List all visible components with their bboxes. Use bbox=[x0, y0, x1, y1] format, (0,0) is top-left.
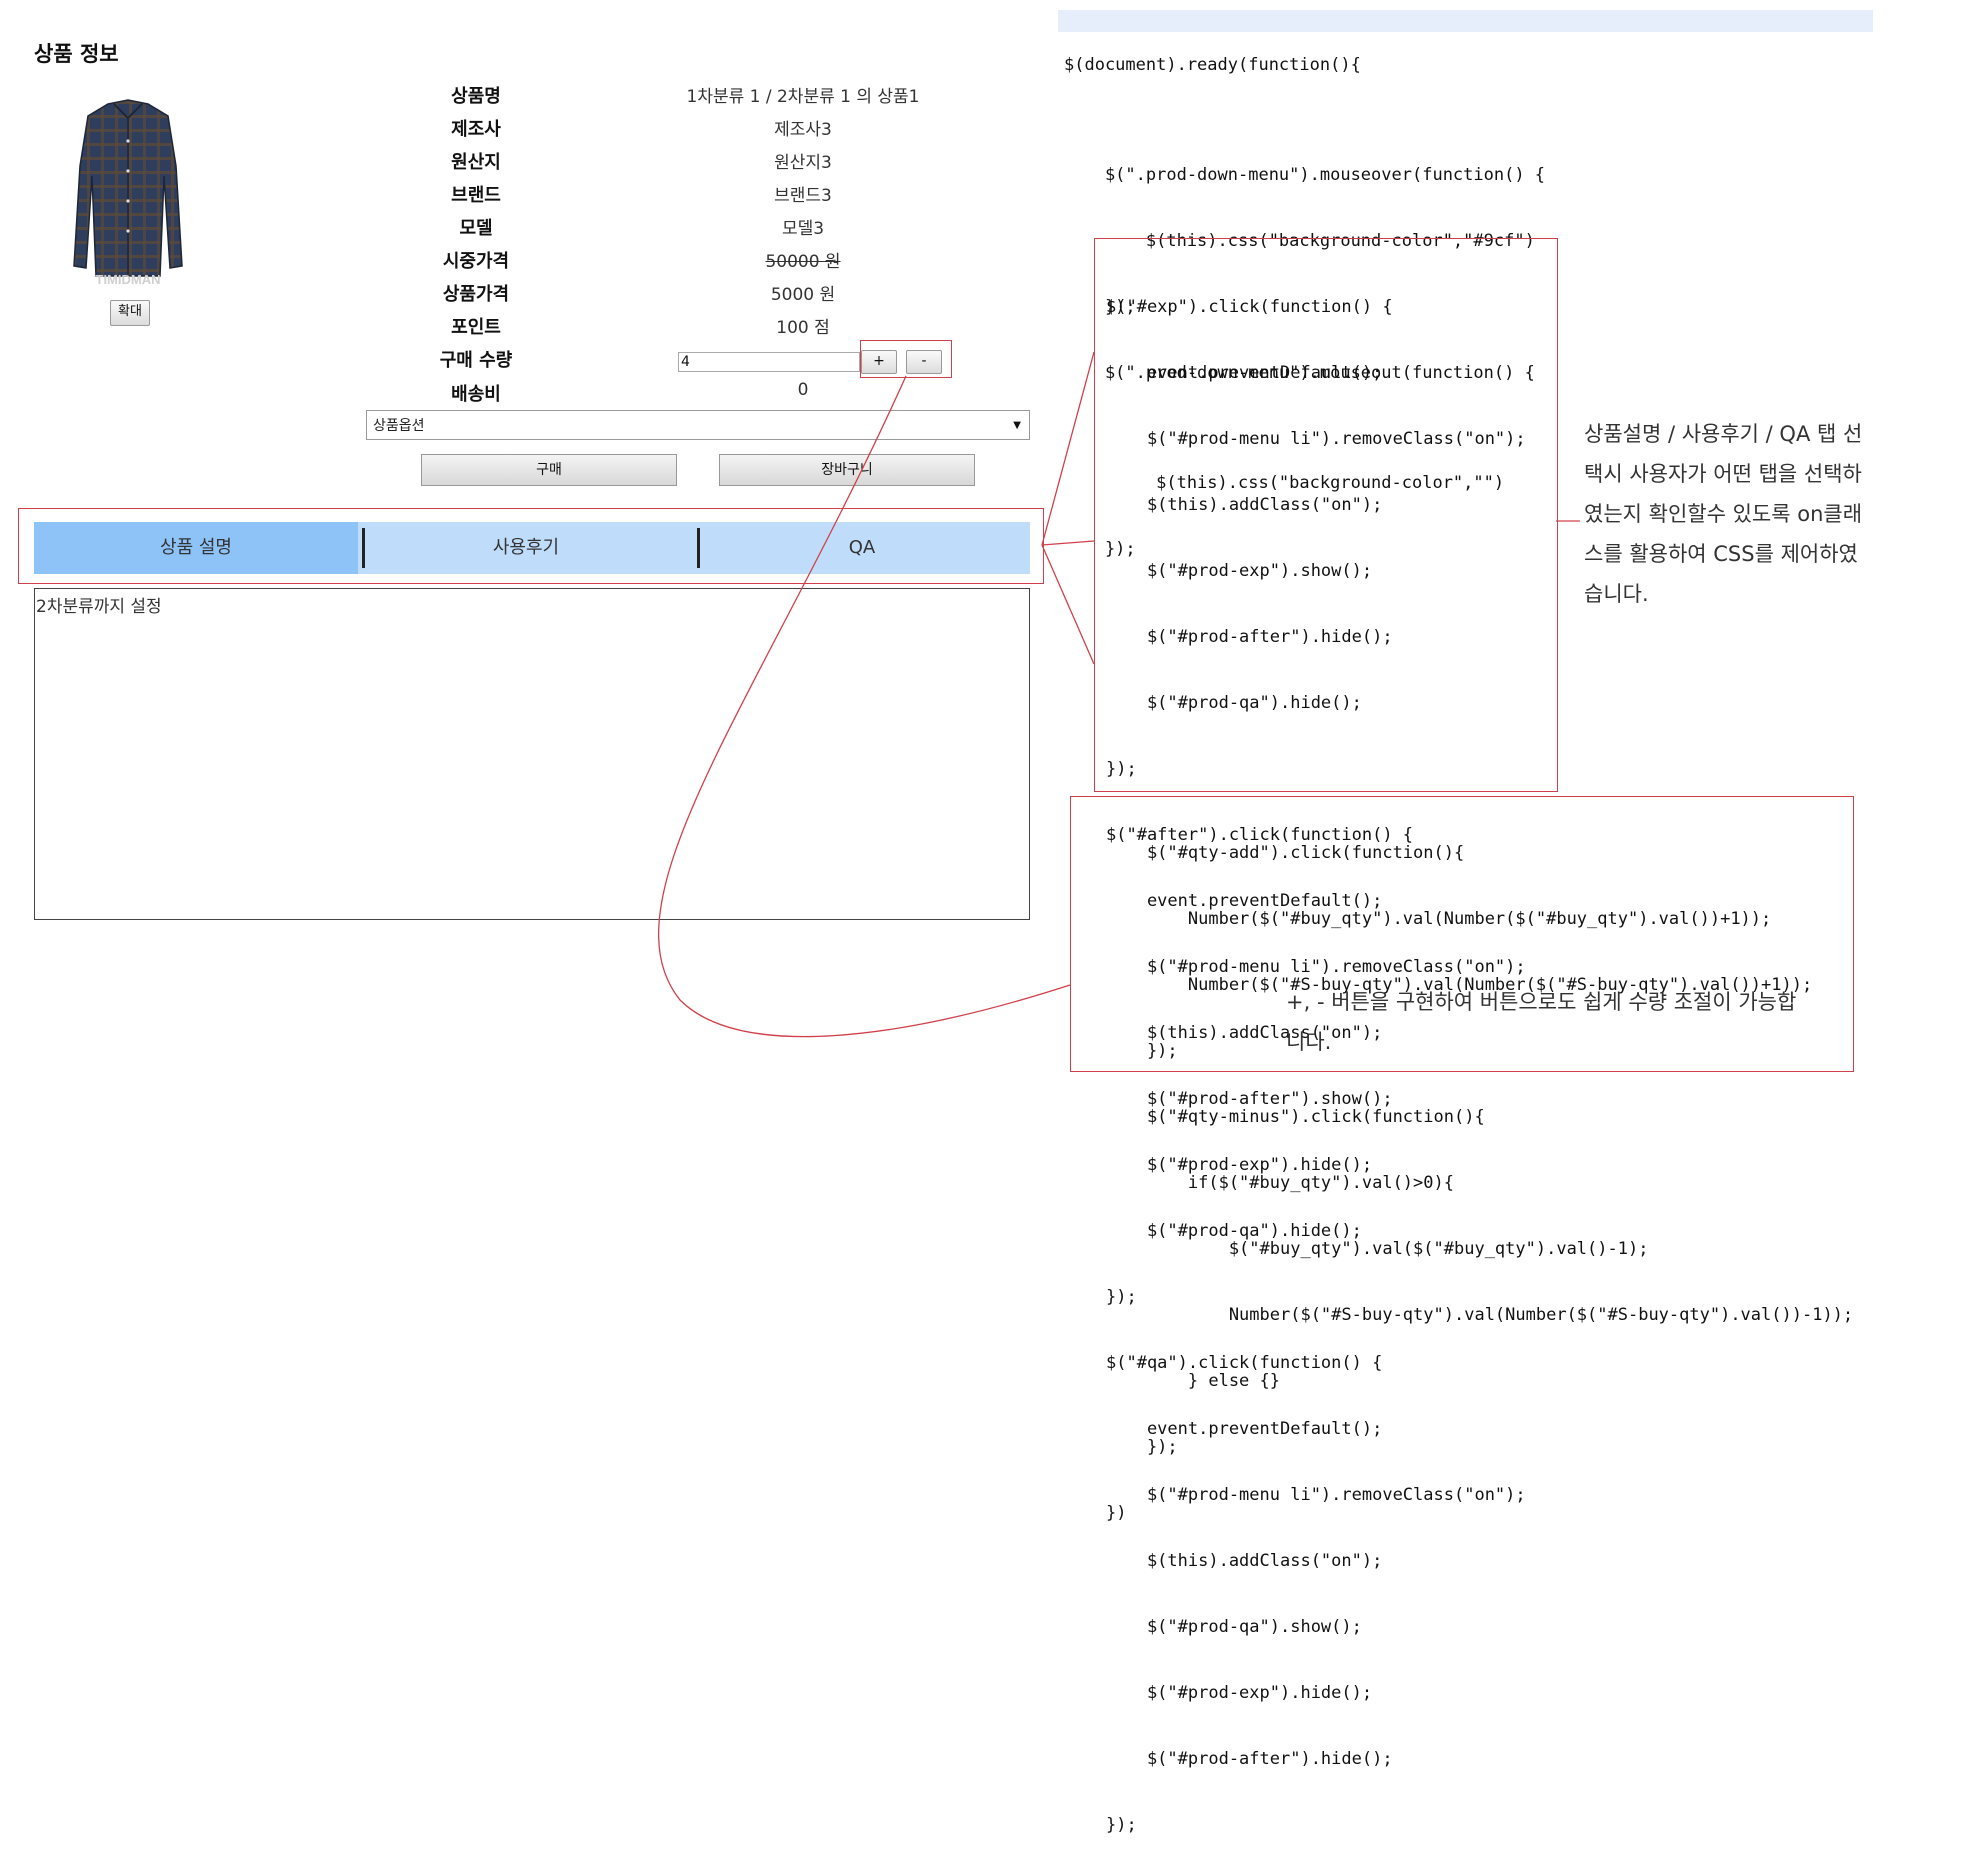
code-line: }) bbox=[1106, 1503, 1127, 1523]
connector-line bbox=[1041, 544, 1095, 665]
code-line: $("#buy_qty").val($("#buy_qty").val()-1)… bbox=[1106, 1239, 1649, 1259]
connector-line bbox=[1041, 540, 1095, 546]
code-line: }); bbox=[1106, 1437, 1178, 1457]
connector-line bbox=[658, 375, 1071, 1038]
code-line: Number($("#S-buy-qty").val(Number($("#S-… bbox=[1106, 1305, 1854, 1325]
code-line: }); bbox=[1106, 1815, 1137, 1835]
code-line: $("#prod-exp").hide(); bbox=[1106, 1683, 1373, 1703]
code-line: $(this).addClass("on"); bbox=[1106, 1551, 1383, 1571]
connector-line bbox=[1041, 351, 1095, 546]
code-line: $("#prod-qa").show(); bbox=[1106, 1617, 1362, 1637]
code-line: $("#prod-after").hide(); bbox=[1106, 1749, 1393, 1769]
code-line: if($("#buy_qty").val()>0){ bbox=[1106, 1173, 1454, 1193]
code-line: } else {} bbox=[1106, 1371, 1280, 1391]
annotation-connectors bbox=[658, 351, 1580, 1038]
